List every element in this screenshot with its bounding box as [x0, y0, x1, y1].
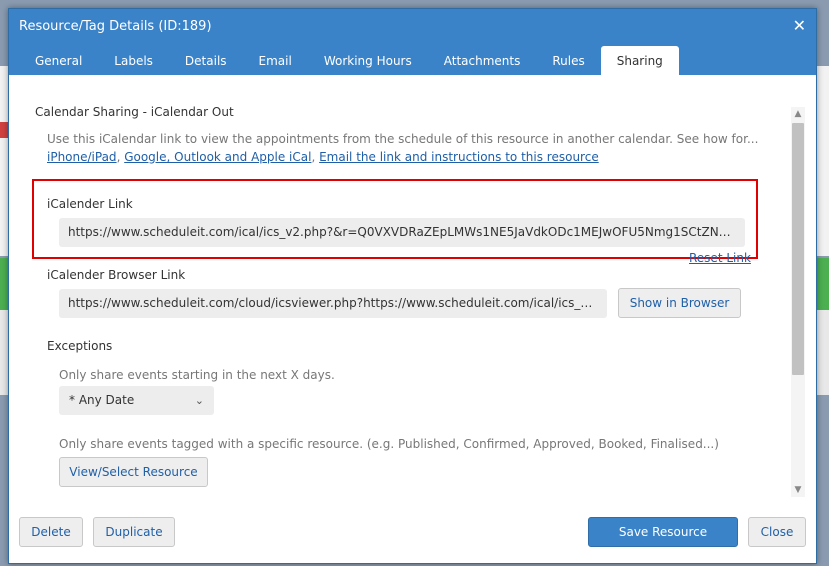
ical-link-field[interactable]: https://www.scheduleit.com/ical/ics_v2.p… [59, 218, 745, 247]
browser-link-label: iCalender Browser Link [47, 268, 186, 282]
intro-text: Use this iCalendar link to view the appo… [47, 132, 759, 146]
scroll-up-arrow-icon[interactable]: ▲ [791, 107, 805, 121]
close-button[interactable]: Close [748, 517, 806, 547]
scroll-thumb[interactable] [792, 123, 804, 375]
link-separator: , [311, 150, 320, 164]
background-right-top [817, 66, 829, 256]
link-google-outlook-ical[interactable]: Google, Outlook and Apple iCal [124, 150, 311, 164]
tab-working-hours[interactable]: Working Hours [308, 46, 428, 75]
ical-link-label: iCalender Link [47, 197, 133, 211]
browser-link-field[interactable]: https://www.scheduleit.com/cloud/icsview… [59, 289, 607, 318]
tagged-hint: Only share events tagged with a specific… [59, 437, 719, 451]
delete-button[interactable]: Delete [19, 517, 83, 547]
tab-details[interactable]: Details [169, 46, 243, 75]
reset-link[interactable]: Reset Link [689, 251, 751, 265]
days-hint: Only share events starting in the next X… [59, 368, 335, 382]
exceptions-title: Exceptions [47, 339, 113, 353]
show-in-browser-button[interactable]: Show in Browser [618, 288, 741, 318]
scroll-down-arrow-icon[interactable]: ▼ [791, 483, 805, 497]
date-range-value: * Any Date [69, 393, 135, 407]
link-iphone-ipad[interactable]: iPhone/iPad [47, 150, 117, 164]
tab-bar: General Labels Details Email Working Hou… [19, 46, 679, 75]
background-right-green [817, 258, 829, 310]
dialog-header: Resource/Tag Details (ID:189) ✕ General … [9, 9, 816, 75]
tab-email[interactable]: Email [243, 46, 308, 75]
close-icon[interactable]: ✕ [793, 17, 806, 35]
view-select-resource-button[interactable]: View/Select Resource [59, 457, 208, 487]
sharing-panel: Calendar Sharing - iCalendar Out Use thi… [9, 75, 816, 501]
intro-paragraph: Use this iCalendar link to view the appo… [47, 130, 787, 166]
save-resource-button[interactable]: Save Resource [588, 517, 738, 547]
link-email-instructions[interactable]: Email the link and instructions to this … [319, 150, 599, 164]
tab-general[interactable]: General [19, 46, 98, 75]
resource-details-dialog: Resource/Tag Details (ID:189) ✕ General … [8, 8, 817, 564]
tab-attachments[interactable]: Attachments [428, 46, 537, 75]
tab-rules[interactable]: Rules [536, 46, 600, 75]
duplicate-button[interactable]: Duplicate [93, 517, 175, 547]
scrollbar[interactable]: ▲ ▼ [791, 107, 805, 497]
dialog-title: Resource/Tag Details (ID:189) [19, 19, 212, 34]
background-right-light [817, 310, 829, 395]
section-title: Calendar Sharing - iCalendar Out [35, 105, 234, 119]
tab-sharing[interactable]: Sharing [600, 46, 679, 75]
dialog-footer: Delete Duplicate Save Resource Close [9, 501, 816, 563]
tab-labels[interactable]: Labels [98, 46, 169, 75]
chevron-down-icon: ⌄ [194, 394, 204, 407]
date-range-select[interactable]: * Any Date ⌄ [59, 386, 214, 415]
